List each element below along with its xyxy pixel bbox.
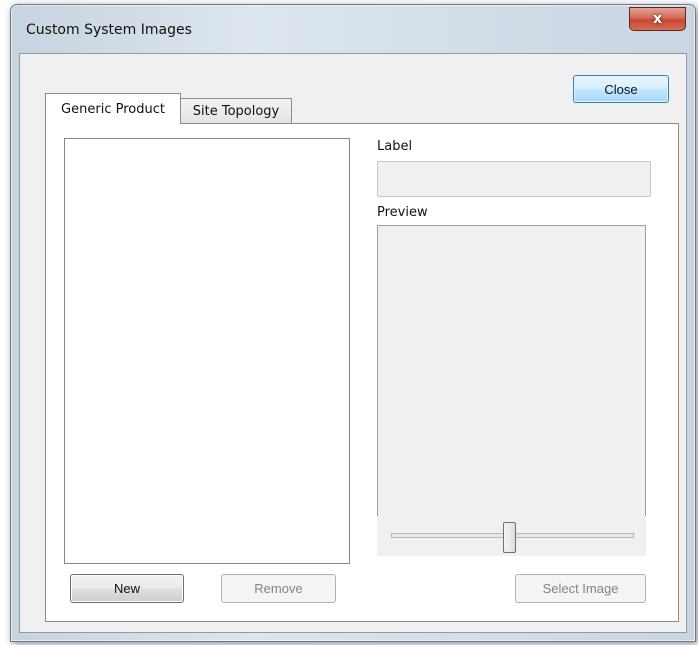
window-title: Custom System Images: [26, 22, 192, 38]
new-button[interactable]: New: [70, 574, 184, 603]
generic-product-panel: Label Preview New Remove Select Image: [45, 123, 679, 622]
dialog-content: Close Generic Product Site Topology Labe…: [19, 53, 687, 633]
label-field[interactable]: [377, 161, 651, 197]
image-preview: [377, 225, 646, 517]
slider-thumb[interactable]: [503, 522, 516, 553]
remove-button[interactable]: Remove: [221, 574, 336, 603]
label-caption: Label: [377, 139, 413, 154]
zoom-slider[interactable]: [377, 516, 646, 556]
tab-generic-product[interactable]: Generic Product: [45, 93, 181, 124]
close-button[interactable]: Close: [573, 75, 669, 103]
tab-site-topology[interactable]: Site Topology: [180, 98, 292, 123]
custom-system-images-window: Custom System Images x Close Generic Pro…: [10, 4, 696, 642]
title-bar[interactable]: Custom System Images x: [11, 5, 695, 53]
close-icon: x: [652, 11, 663, 27]
preview-caption: Preview: [377, 205, 428, 220]
image-list[interactable]: [64, 138, 350, 564]
select-image-button[interactable]: Select Image: [515, 574, 646, 603]
window-close-button[interactable]: x: [629, 7, 686, 31]
